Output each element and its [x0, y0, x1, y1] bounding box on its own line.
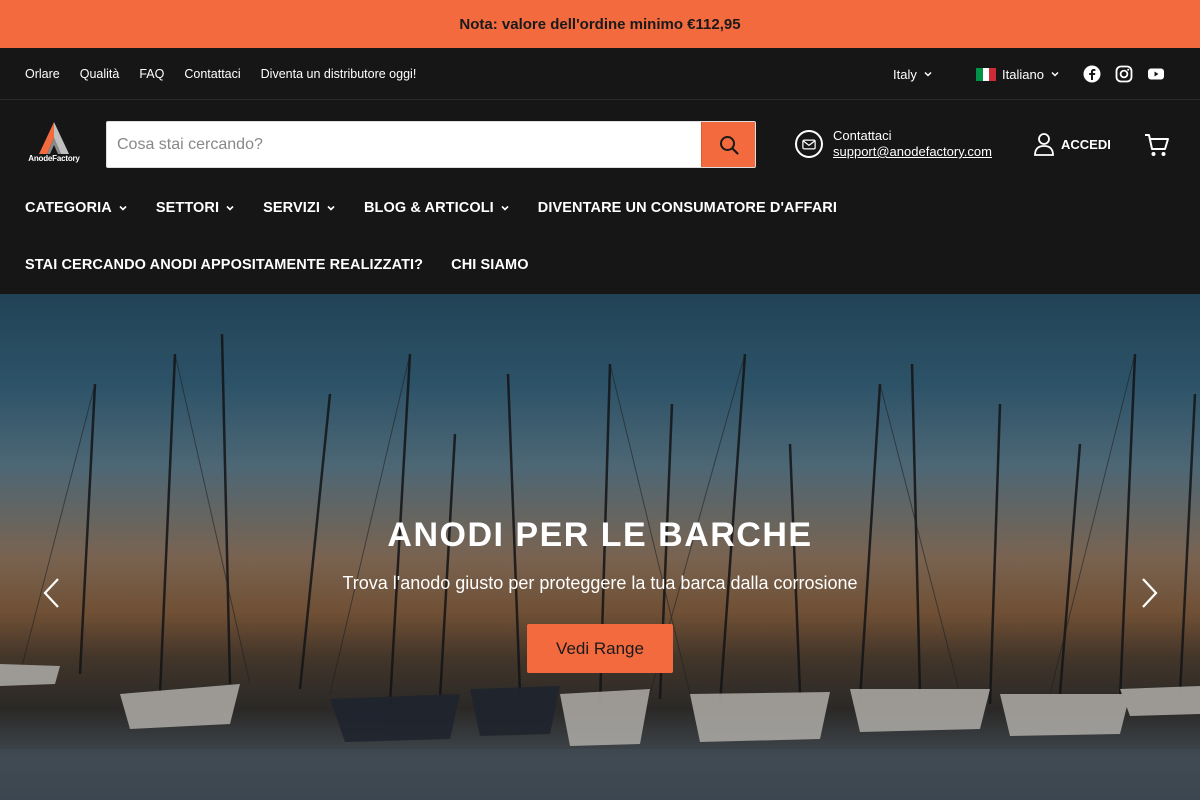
search-icon [719, 135, 739, 155]
chevron-down-icon [119, 205, 127, 211]
instagram-icon[interactable] [1115, 65, 1133, 83]
login-label: ACCEDI [1061, 136, 1111, 152]
primary-nav-row-2: STAI CERCANDO ANODI APPOSITAMENTE REALIZ… [25, 257, 529, 273]
nav-label: SERVIZI [263, 200, 320, 216]
utility-link-qualita[interactable]: Qualità [80, 67, 120, 81]
utility-link-orlare[interactable]: Orlare [25, 67, 60, 81]
site-logo[interactable]: AnodeFactory [25, 120, 83, 170]
nav-label: DIVENTARE UN CONSUMATORE D'AFFARI [537, 200, 837, 216]
nav-item-blog[interactable]: BLOG & ARTICOLI [364, 200, 510, 216]
hero-slideshow: ANODI PER LE BARCHE Trova l'anodo giusto… [0, 294, 1200, 800]
nav-item-categoria[interactable]: CATEGORIA [25, 200, 128, 216]
nav-label: STAI CERCANDO ANODI APPOSITAMENTE REALIZ… [25, 257, 424, 273]
facebook-icon[interactable] [1083, 65, 1101, 83]
announcement-text: Nota: valore dell'ordine minimo €112,95 [459, 15, 741, 33]
nav-item-chi-siamo[interactable]: CHI SIAMO [451, 257, 528, 273]
login-link[interactable]: ACCEDI [1033, 132, 1111, 156]
chevron-left-icon[interactable] [40, 576, 64, 610]
nav-label: CATEGORIA [25, 200, 112, 216]
hero-subtitle: Trova l'anodo giusto per proteggere la t… [342, 573, 858, 593]
search-bar [106, 121, 756, 168]
hero-cta-button[interactable]: Vedi Range [527, 624, 673, 673]
country-selector[interactable]: Italy [893, 48, 933, 100]
language-label: Italiano [1002, 66, 1044, 82]
chevron-down-icon [501, 205, 509, 211]
chevron-down-icon [924, 71, 932, 77]
italy-flag-icon [976, 67, 997, 81]
chevron-right-icon[interactable] [1137, 576, 1161, 610]
contact-text: Contattaci support@anodefactory.com [833, 128, 992, 160]
utility-link-contattaci[interactable]: Contattaci [184, 67, 240, 81]
search-button[interactable] [701, 122, 755, 167]
chevron-down-icon [226, 205, 234, 211]
nav-label: CHI SIAMO [451, 257, 529, 273]
chevron-down-icon [327, 205, 335, 211]
nav-item-anodi-realizzati[interactable]: STAI CERCANDO ANODI APPOSITAMENTE REALIZ… [25, 257, 423, 273]
nav-label: SETTORI [155, 200, 220, 216]
country-label: Italy [893, 66, 917, 82]
contact-email-link[interactable]: support@anodefactory.com [833, 144, 992, 160]
user-icon [1034, 133, 1054, 156]
logo-text: AnodeFactory [28, 154, 80, 163]
contact-label: Contattaci [833, 128, 892, 143]
nav-label: BLOG & ARTICOLI [363, 200, 494, 216]
language-selector[interactable]: Italiano [976, 48, 1060, 100]
utility-links: Orlare Qualità FAQ Contattaci Diventa un… [25, 48, 416, 100]
contact-block[interactable]: Contattaci support@anodefactory.com [795, 128, 992, 160]
hero-title: ANODI PER LE BARCHE [387, 516, 813, 554]
utility-bar: Orlare Qualità FAQ Contattaci Diventa un… [0, 48, 1200, 100]
utility-link-faq[interactable]: FAQ [139, 67, 164, 81]
logo-mark-icon [39, 122, 69, 154]
nav-item-settori[interactable]: SETTORI [156, 200, 235, 216]
chevron-down-icon [1051, 71, 1059, 77]
cart-icon[interactable] [1143, 131, 1171, 159]
social-links [1083, 48, 1165, 100]
youtube-icon[interactable] [1147, 65, 1165, 83]
primary-nav-row-1: CATEGORIA SETTORI SERVIZI BLOG & ARTICOL… [25, 200, 837, 216]
utility-link-distributore[interactable]: Diventa un distributore oggi! [261, 67, 417, 81]
search-input[interactable] [107, 122, 701, 167]
nav-item-servizi[interactable]: SERVIZI [263, 200, 336, 216]
mail-icon [795, 130, 823, 158]
nav-item-consumatore-affari[interactable]: DIVENTARE UN CONSUMATORE D'AFFARI [538, 200, 837, 216]
announcement-bar: Nota: valore dell'ordine minimo €112,95 [0, 0, 1200, 48]
